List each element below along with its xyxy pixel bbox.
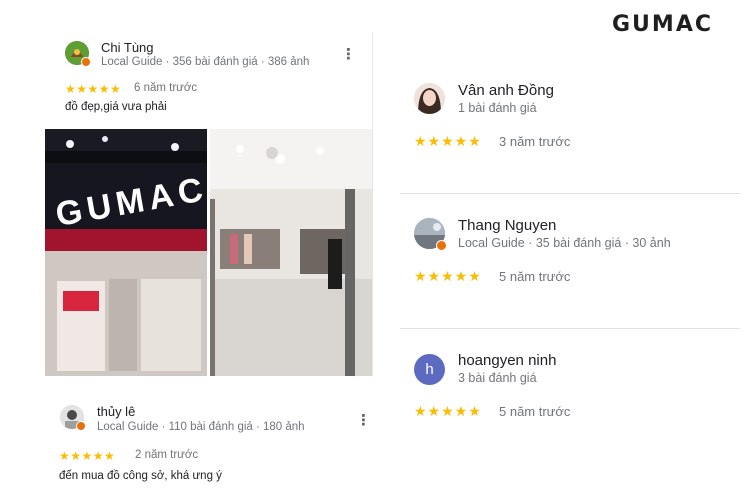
- reviewer-meta: Local Guide · 35 bài đánh giá · 30 ảnh: [458, 236, 671, 250]
- reviewer-meta: Local Guide · 110 bài đánh giá · 180 ảnh: [97, 421, 305, 433]
- star-rating: ★★★★★: [414, 133, 482, 149]
- local-guide-badge-icon: [81, 57, 91, 67]
- star-rating: ★★★★★: [414, 268, 482, 284]
- avatar-initial[interactable]: h: [414, 354, 445, 385]
- review-text: đến mua đồ công sở, khá ưng ý: [59, 470, 222, 482]
- review-card-thuy-le: thủy lê Local Guide · 110 bài đánh giá ·…: [45, 396, 373, 496]
- star-rating: ★★★★★: [414, 403, 482, 419]
- reviewer-meta: Local Guide · 356 bài đánh giá · 386 ảnh: [101, 56, 310, 68]
- avatar[interactable]: [414, 83, 445, 114]
- review-age: 5 năm trước: [499, 404, 571, 419]
- review-photo-interior[interactable]: [210, 129, 372, 376]
- reviewer-name[interactable]: Thang Nguyen: [458, 217, 556, 234]
- review-age: 5 năm trước: [499, 269, 571, 284]
- reviewer-name[interactable]: Chi Tùng: [101, 40, 154, 55]
- scroll-divider: [372, 33, 373, 376]
- review-age: 3 năm trước: [499, 134, 571, 149]
- local-guide-badge-icon: [76, 421, 86, 431]
- divider: [400, 193, 740, 194]
- reviewer-meta: 3 bài đánh giá: [458, 371, 537, 385]
- review-age: 6 năm trước: [134, 82, 198, 94]
- reviewer-name[interactable]: thủy lê: [97, 404, 135, 419]
- reviewer-name[interactable]: Vân anh Đồng: [458, 82, 554, 99]
- review-card-chi-tung: Chi Tùng Local Guide · 356 bài đánh giá …: [45, 33, 373, 376]
- local-guide-badge-icon: [436, 240, 447, 251]
- review-text: đồ đẹp,giá vưa phải: [65, 101, 167, 113]
- review-photo-storefront[interactable]: [45, 129, 207, 376]
- reviewer-meta: 1 bài đánh giá: [458, 101, 537, 115]
- star-rating: ★★★★★: [65, 82, 122, 96]
- brand-logo: GUMAC: [612, 12, 713, 37]
- divider: [400, 328, 740, 329]
- more-options-icon[interactable]: ⋮: [341, 47, 356, 62]
- review-age: 2 năm trước: [135, 449, 199, 461]
- more-options-icon[interactable]: ⋮: [356, 413, 371, 428]
- reviewer-name[interactable]: hoangyen ninh: [458, 352, 556, 369]
- star-rating: ★★★★★: [59, 449, 116, 463]
